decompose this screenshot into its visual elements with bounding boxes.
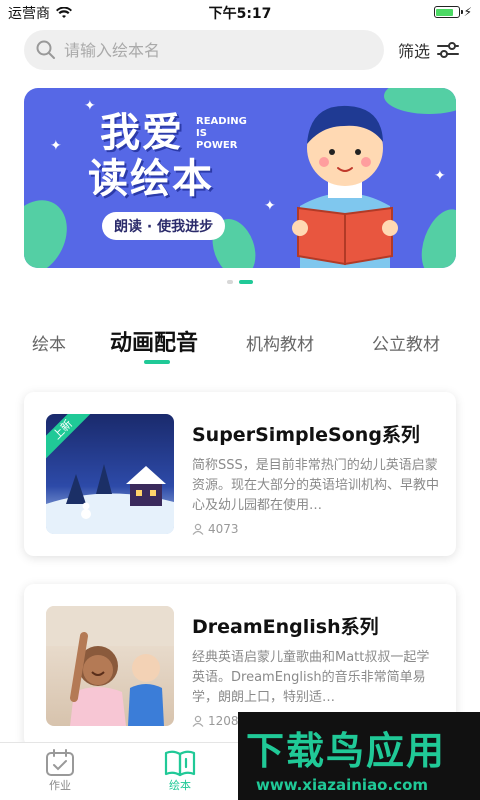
series-card[interactable]: 上新 SuperSimpleSong系列 简称SSS，是目前非常热门的幼儿英语启… bbox=[24, 392, 456, 556]
series-description: 经典英语启蒙儿童歌曲和Matt叔叔一起学英语。DreamEnglish的音乐非常… bbox=[192, 650, 430, 705]
battery-level bbox=[436, 8, 453, 16]
series-title: SuperSimpleSong系列 bbox=[192, 424, 420, 446]
tab-public-textbooks[interactable]: 公立教材 bbox=[372, 330, 440, 355]
view-count-value: 4073 bbox=[208, 522, 239, 536]
banner-english-tagline: READING IS POWER bbox=[196, 116, 247, 151]
user-icon bbox=[192, 715, 204, 727]
search-input[interactable] bbox=[64, 40, 354, 60]
banner-title-line2: 读绘本 bbox=[88, 156, 214, 202]
view-count: 4073 bbox=[192, 522, 239, 536]
series-description: 简称SSS，是目前非常热门的幼儿英语启蒙资源。现在大部分的英语培训机构、早教中心… bbox=[192, 458, 440, 513]
active-tab-indicator bbox=[144, 360, 170, 364]
search-row: 筛选 bbox=[24, 30, 464, 70]
filter-sliders-icon bbox=[437, 42, 460, 58]
banner-leaf-decoration bbox=[24, 188, 80, 268]
filter-label: 筛选 bbox=[398, 42, 431, 61]
banner-carousel[interactable]: ✦ ✦ ✦ ✦ 我爱 读绘本 READING IS POWER 朗读 · 使我进… bbox=[24, 88, 456, 268]
battery-icon bbox=[433, 6, 463, 18]
view-count: 1208 bbox=[192, 714, 239, 728]
series-thumbnail bbox=[46, 606, 174, 726]
banner-slogan: 朗读 · 使我进步 bbox=[102, 212, 226, 240]
status-time: 下午5:17 bbox=[208, 6, 272, 22]
boy-reading-illustration bbox=[292, 105, 398, 268]
tab-animation-dubbing[interactable]: 动画配音 bbox=[110, 325, 198, 357]
watermark-overlay: 下载鸟应用 www.xiazainiao.com bbox=[238, 712, 480, 800]
status-bar: 运营商 下午5:17 ⚡ bbox=[0, 0, 480, 24]
category-tabs: 绘本 动画配音 机构教材 公立教材 bbox=[0, 320, 480, 370]
nav-item-homework[interactable]: 作业 bbox=[30, 749, 90, 793]
sparkle-icon: ✦ bbox=[50, 138, 62, 154]
carousel-indicator bbox=[0, 280, 480, 284]
series-title: DreamEnglish系列 bbox=[192, 616, 379, 638]
view-count-value: 1208 bbox=[208, 714, 239, 728]
battery-group: ⚡ bbox=[433, 5, 472, 19]
calendar-check-icon bbox=[46, 749, 74, 776]
sparkle-icon: ✦ bbox=[434, 168, 446, 184]
carousel-dot[interactable] bbox=[227, 280, 233, 284]
charging-icon: ⚡ bbox=[463, 5, 472, 19]
search-icon bbox=[36, 40, 55, 59]
nav-label-homework: 作业 bbox=[49, 779, 71, 792]
carousel-dot[interactable] bbox=[239, 280, 253, 284]
series-thumbnail: 上新 bbox=[46, 414, 174, 534]
filter-button[interactable]: 筛选 bbox=[398, 38, 460, 62]
nav-item-picture-books[interactable]: 绘本 bbox=[150, 749, 210, 793]
search-box[interactable] bbox=[24, 30, 384, 70]
user-icon bbox=[192, 523, 204, 535]
tab-institution-textbooks[interactable]: 机构教材 bbox=[246, 330, 314, 355]
tab-picture-books[interactable]: 绘本 bbox=[32, 330, 66, 355]
nav-label-picture-books: 绘本 bbox=[169, 779, 191, 792]
children-photo bbox=[46, 606, 174, 726]
open-book-icon bbox=[164, 750, 196, 777]
watermark-url: www.xiazainiao.com bbox=[256, 776, 429, 794]
watermark-title: 下载鸟应用 bbox=[246, 729, 447, 773]
